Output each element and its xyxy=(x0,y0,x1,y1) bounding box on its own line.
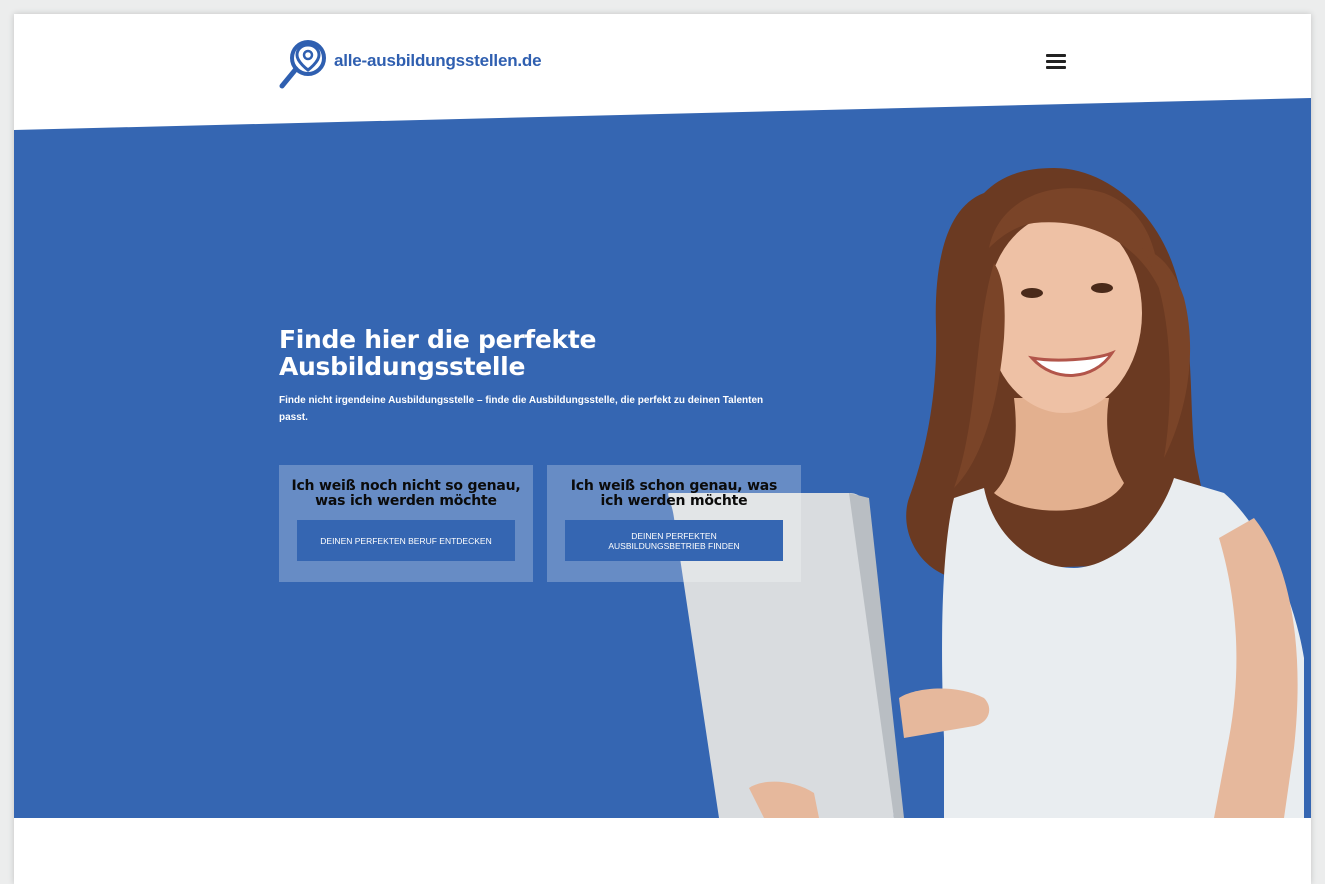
card-title: Ich weiß noch nicht so genau, was ich we… xyxy=(291,478,521,509)
hero-title: Finde hier die perfekte Ausbildungsstell… xyxy=(279,325,597,381)
page: alle-ausbildungsstellen.de Finde hier di… xyxy=(14,14,1311,884)
logo-text: alle-ausbildungsstellen.de xyxy=(334,51,542,70)
choice-cards: Ich weiß noch nicht so genau, was ich we… xyxy=(279,465,801,582)
hero-section: Finde hier die perfekte Ausbildungsstell… xyxy=(14,98,1311,818)
hero-subtitle: Finde nicht irgendeine Ausbildungsstelle… xyxy=(279,395,764,423)
choice-card-find-company: Ich weiß schon genau, was ich werden möc… xyxy=(547,465,801,582)
card-title: Ich weiß schon genau, was ich werden möc… xyxy=(570,478,778,509)
choice-card-discover-job: Ich weiß noch nicht so genau, was ich we… xyxy=(279,465,533,582)
site-logo[interactable]: alle-ausbildungsstellen.de xyxy=(278,36,542,94)
menu-bar xyxy=(1046,66,1066,69)
hamburger-menu-icon[interactable] xyxy=(1046,52,1068,70)
hero-photo-woman-with-laptop xyxy=(668,168,1304,818)
magnifier-location-pin-icon xyxy=(279,40,326,89)
menu-bar xyxy=(1046,54,1066,57)
menu-bar xyxy=(1046,60,1066,63)
hero-text: Finde hier die perfekte Ausbildungsstell… xyxy=(279,326,799,426)
find-company-button[interactable]: DEINEN PERFEKTEN AUSBILDUNGSBETRIEB FIND… xyxy=(565,520,783,561)
discover-job-button[interactable]: DEINEN PERFEKTEN BERUF ENTDECKEN xyxy=(297,520,515,561)
